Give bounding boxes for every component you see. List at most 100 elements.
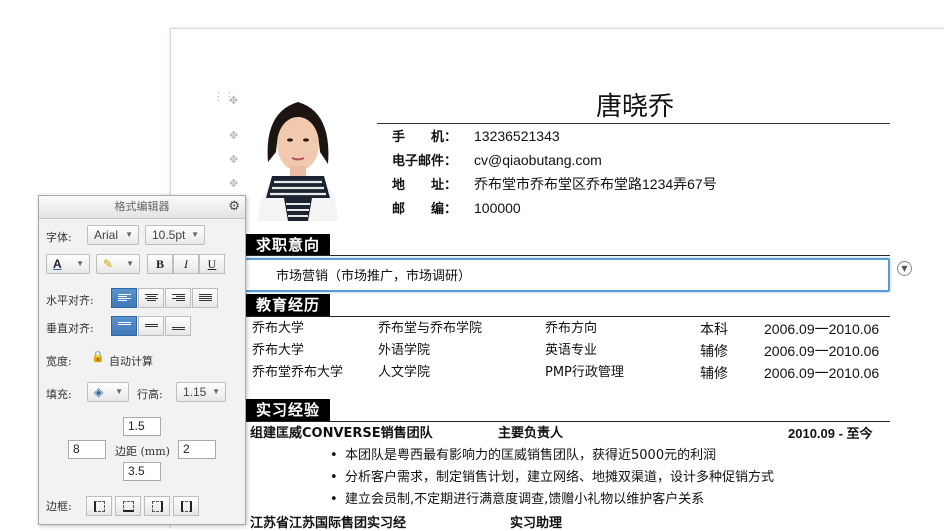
- bullet-text: 本团队是粤西最有影响力的匡威销售团队，获得近5000元的利润: [345, 448, 717, 463]
- border-right-icon: [152, 501, 163, 512]
- move-handle-icon[interactable]: ✥: [229, 178, 238, 189]
- format-editor-panel: 格式编辑器 ⚙ 字体: Arial ▼ 10.5pt ▼ A ▼ ✎ ▼ B I…: [38, 195, 246, 525]
- bold-button[interactable]: B: [147, 254, 173, 274]
- border-label: 边框:: [46, 500, 72, 513]
- internship-next-row[interactable]: 江苏省江苏国际售团实习经 实习助理: [250, 512, 562, 531]
- line-height-label: 行高:: [137, 388, 163, 401]
- font-family-select[interactable]: Arial ▼: [87, 225, 139, 245]
- chevron-down-icon: ▼: [126, 259, 134, 268]
- fill-label: 填充:: [46, 388, 72, 401]
- contact-label: 手 机：: [392, 130, 458, 145]
- contact-phone[interactable]: 手 机： 13236521343: [392, 126, 560, 146]
- margin-bottom-input[interactable]: 3.5: [123, 462, 161, 481]
- contact-value: 乔布堂市乔布堂区乔布堂路1234弄67号: [474, 176, 717, 192]
- internship-period: 2010.09 - 至今: [788, 426, 873, 441]
- contact-email[interactable]: 电子邮件： cv@qiaobutang.com: [392, 150, 602, 170]
- italic-button[interactable]: I: [173, 254, 199, 274]
- font-size-select[interactable]: 10.5pt ▼: [145, 225, 205, 245]
- bullet-text: 分析客户需求，制定销售计划，建立网络、地摊双渠道，设计多种促销方式: [345, 470, 775, 485]
- resume-name[interactable]: 唐晓乔: [560, 86, 710, 123]
- gear-icon[interactable]: ⚙: [228, 199, 240, 215]
- align-left-button[interactable]: [111, 288, 137, 308]
- edu-school: 乔布堂乔布大学: [252, 365, 344, 380]
- margin-top-input[interactable]: 1.5: [123, 417, 161, 436]
- intent-text: 市场营销（市场推广，市场调研）: [276, 269, 472, 284]
- align-left-icon: [118, 294, 131, 303]
- edu-degree: 辅修: [700, 343, 728, 359]
- margin-right-input[interactable]: 2: [178, 440, 216, 459]
- edu-college: 外语学院: [378, 343, 431, 358]
- valign-bottom-icon: [172, 327, 185, 336]
- border-right-button[interactable]: [144, 496, 170, 516]
- move-handle-icon[interactable]: ✥: [229, 130, 238, 141]
- valign-middle-button[interactable]: [138, 316, 164, 336]
- move-handle-icon[interactable]: ✥: [229, 154, 238, 165]
- education-row[interactable]: 乔布大学 乔布堂与乔布学院 乔布方向 本科 2006.09一2010.06: [252, 318, 892, 340]
- font-color-icon: A: [53, 257, 62, 271]
- margin-label: 边距 (mm): [115, 445, 170, 458]
- halign-label: 水平对齐:: [46, 294, 94, 307]
- section-title-internship[interactable]: 实习经验: [246, 399, 331, 421]
- internship-bullet[interactable]: • 分析客户需求，制定销售计划，建立网络、地摊双渠道，设计多种促销方式: [330, 468, 774, 488]
- section-title-intent[interactable]: 求职意向: [246, 234, 331, 256]
- section-divider: [246, 255, 890, 256]
- dropdown-circle-icon[interactable]: ▼: [897, 261, 912, 276]
- valign-top-button[interactable]: [111, 316, 137, 336]
- internship-header[interactable]: 组建匡威CONVERSE销售团队 主要负责人 2010.09 - 至今: [250, 424, 890, 444]
- font-color-select[interactable]: A ▼: [46, 254, 90, 274]
- bullet-text: 建立会员制,不定期进行满意度调查,馈赠小礼物以维护客户关系: [345, 492, 705, 507]
- lock-icon[interactable]: 🔒: [91, 350, 105, 363]
- internship-bullet[interactable]: • 本团队是粤西最有影响力的匡威销售团队，获得近5000元的利润: [330, 446, 716, 466]
- edu-school: 乔布大学: [252, 321, 305, 336]
- profile-photo[interactable]: [250, 92, 345, 221]
- contact-value: 13236521343: [474, 128, 560, 144]
- border-left-icon: [94, 501, 105, 512]
- align-right-button[interactable]: [165, 288, 191, 308]
- edu-major: 英语专业: [545, 343, 598, 358]
- align-justify-button[interactable]: [192, 288, 218, 308]
- contact-postcode[interactable]: 邮 编： 100000: [392, 198, 521, 218]
- edu-school: 乔布大学: [252, 343, 305, 358]
- contact-label: 地 址：: [392, 178, 458, 193]
- font-family-value: Arial: [94, 228, 119, 242]
- internship-bullet[interactable]: • 建立会员制,不定期进行满意度调查,馈赠小礼物以维护客户关系: [330, 490, 704, 510]
- fill-color-select[interactable]: ◈ ▼: [87, 382, 129, 402]
- valign-bottom-button[interactable]: [165, 316, 191, 336]
- chevron-down-icon: ▼: [115, 387, 123, 396]
- contact-value: cv@qiaobutang.com: [474, 152, 602, 168]
- align-center-button[interactable]: [138, 288, 164, 308]
- panel-titlebar[interactable]: 格式编辑器 ⚙: [39, 196, 245, 219]
- highlighter-icon: ✎: [103, 257, 114, 271]
- underline-button[interactable]: U: [199, 254, 225, 274]
- border-all-icon: [181, 501, 192, 512]
- intent-field[interactable]: 市场营销（市场推广，市场调研）: [244, 258, 890, 292]
- edu-college: 乔布堂与乔布学院: [378, 321, 483, 336]
- contact-address[interactable]: 地 址： 乔布堂市乔布堂区乔布堂路1234弄67号: [392, 174, 717, 194]
- name-divider: [377, 123, 890, 124]
- move-handle-icon[interactable]: ✥: [229, 95, 238, 106]
- chevron-down-icon: ▼: [125, 230, 133, 239]
- contact-label: 电子邮件：: [392, 154, 458, 169]
- edu-period: 2006.09一2010.06: [764, 343, 880, 359]
- chevron-down-icon: ▼: [191, 230, 199, 239]
- edu-period: 2006.09一2010.06: [764, 321, 880, 337]
- chevron-down-icon: ▼: [212, 387, 220, 396]
- border-left-button[interactable]: [86, 496, 112, 516]
- chevron-down-icon: ▼: [76, 259, 84, 268]
- valign-top-icon: [118, 322, 131, 331]
- edu-degree: 本科: [700, 321, 728, 337]
- border-all-button[interactable]: [173, 496, 199, 516]
- highlight-color-select[interactable]: ✎ ▼: [96, 254, 140, 274]
- section-divider: [246, 316, 890, 317]
- education-row[interactable]: 乔布大学 外语学院 英语专业 辅修 2006.09一2010.06: [252, 340, 892, 362]
- margin-left-input[interactable]: 8: [68, 440, 106, 459]
- section-divider: [246, 421, 890, 422]
- valign-middle-icon: [145, 324, 158, 333]
- line-height-select[interactable]: 1.15 ▼: [176, 382, 226, 402]
- education-row[interactable]: 乔布堂乔布大学 人文学院 PMP行政管理 辅修 2006.09一2010.06: [252, 362, 892, 384]
- border-bottom-button[interactable]: [115, 496, 141, 516]
- edu-major: PMP行政管理: [545, 365, 624, 380]
- section-title-education[interactable]: 教育经历: [246, 294, 331, 316]
- edu-degree: 辅修: [700, 365, 728, 381]
- contact-label: 邮 编：: [392, 202, 458, 217]
